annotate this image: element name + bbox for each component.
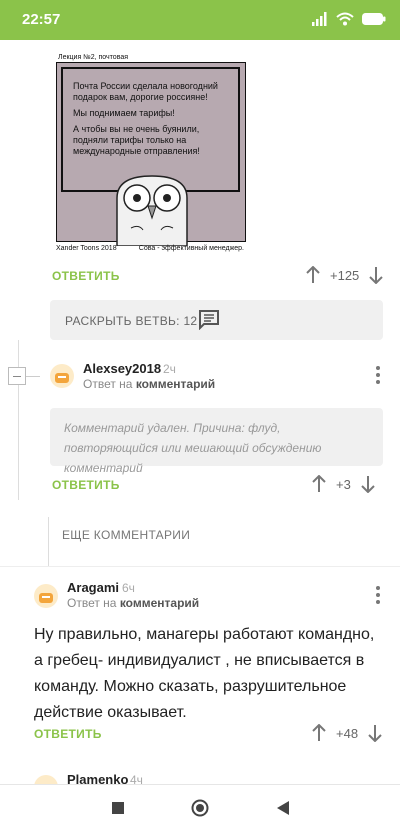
reply-button[interactable]: ОТВЕТИТЬ — [34, 727, 102, 741]
vote-score: +48 — [336, 725, 359, 741]
comic-line: Мы поднимаем тарифы! — [73, 108, 175, 118]
more-comments-button[interactable]: ЕЩЕ КОММЕНТАРИИ — [62, 528, 190, 542]
expand-thread-button[interactable]: РАСКРЫТЬ ВЕТВЬ: 12 — [50, 300, 383, 340]
downvote-arrow-icon[interactable] — [361, 475, 375, 493]
expand-thread-label: РАСКРЫТЬ ВЕТВЬ: 12 — [65, 314, 198, 328]
reply-to: Ответ на комментарий — [83, 377, 215, 391]
reply-to: Ответ на комментарий — [67, 596, 199, 610]
more-options-icon[interactable] — [376, 366, 380, 387]
status-icons — [312, 12, 386, 26]
thread-line — [18, 340, 19, 500]
comic-line: А чтобы вы не очень буянили, подняли тар… — [73, 124, 200, 156]
vote-controls: +3 — [312, 475, 375, 493]
comic-frame: Почта России сделала новогодний подарок … — [56, 62, 246, 246]
reply-to-prefix: Ответ на — [67, 596, 117, 610]
comment-time: 6ч — [122, 581, 135, 595]
back-icon[interactable] — [277, 801, 289, 815]
vote-controls: +48 — [312, 724, 382, 742]
avatar[interactable] — [34, 584, 58, 608]
comic-footer-right: Сова - эффективный менеджер. — [138, 245, 244, 252]
reply-to-prefix: Ответ на — [83, 377, 133, 391]
battery-icon — [362, 13, 386, 25]
signal-icon — [312, 12, 327, 26]
comic-image[interactable]: Лекция №2, почтовая Почта России сделала… — [52, 50, 250, 256]
vote-score: +3 — [336, 476, 351, 492]
comment-text: Ну правильно, манагеры работают командно… — [34, 626, 375, 721]
vote-controls: +125 — [306, 266, 384, 284]
downvote-arrow-icon[interactable] — [368, 724, 382, 742]
comic-line: Почта России сделала новогодний подарок … — [73, 81, 218, 102]
reply-button[interactable]: ОТВЕТИТЬ — [52, 269, 120, 283]
username[interactable]: Aragami — [67, 580, 119, 595]
upvote-arrow-icon[interactable] — [312, 724, 326, 742]
thread-connector — [26, 376, 40, 377]
downvote-arrow-icon[interactable] — [369, 266, 384, 284]
system-navigation-bar — [0, 784, 400, 832]
status-bar: 22:57 — [0, 0, 400, 40]
wifi-icon — [336, 12, 354, 26]
reply-button[interactable]: ОТВЕТИТЬ — [52, 478, 120, 492]
username[interactable]: Alexsey2018 — [83, 361, 161, 376]
vote-score: +125 — [330, 267, 360, 283]
deleted-comment-notice: Комментарий удален. Причина: флуд, повто… — [50, 408, 383, 475]
comic-footer-left: Xander Toons 2018 — [56, 245, 117, 252]
collapse-thread-button[interactable] — [8, 367, 26, 385]
more-options-icon[interactable] — [376, 586, 380, 607]
divider — [0, 566, 400, 567]
recent-apps-icon[interactable] — [112, 802, 124, 814]
clock: 22:57 — [22, 11, 61, 28]
owl-drawing — [116, 175, 188, 246]
reply-to-link[interactable]: комментарий — [136, 377, 215, 391]
thread-line — [48, 517, 49, 567]
upvote-arrow-icon[interactable] — [312, 475, 326, 493]
comment-time: 2ч — [163, 362, 176, 376]
comic-header: Лекция №2, почтовая — [58, 54, 129, 61]
upvote-arrow-icon[interactable] — [306, 266, 320, 284]
reply-to-link[interactable]: комментарий — [120, 596, 199, 610]
comment-icon — [199, 310, 219, 330]
avatar[interactable] — [50, 364, 74, 388]
home-icon[interactable] — [191, 799, 209, 817]
